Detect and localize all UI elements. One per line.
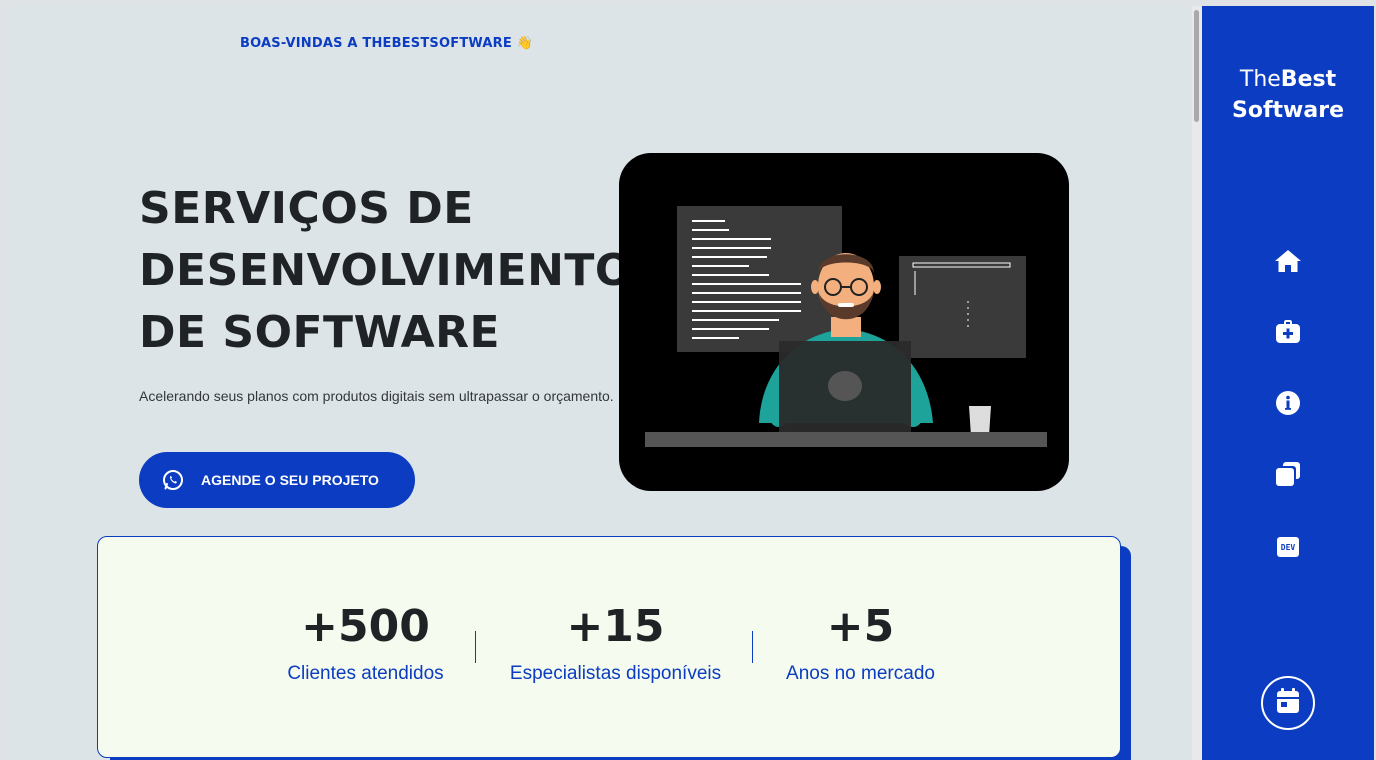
stat-years: +5 Anos no mercado xyxy=(778,601,943,685)
welcome-text: BOAS-VINDAS A THEBESTSOFTWARE 👋 xyxy=(240,36,534,51)
stat-label: Clientes atendidos xyxy=(287,663,444,684)
nav-services[interactable] xyxy=(1273,319,1303,349)
page-scrollbar[interactable] xyxy=(1192,6,1202,760)
cta-label: AGENDE O SEU PROJETO xyxy=(201,472,379,488)
dev-badge-text: DEV xyxy=(1280,542,1296,552)
copy-icon xyxy=(1276,462,1300,490)
home-icon xyxy=(1274,248,1302,278)
nav-portfolio[interactable] xyxy=(1273,461,1303,491)
hero-title: SERVIÇOS DE DESENVOLVIMENTO DE SOFTWARE xyxy=(139,183,633,358)
stats-card: +500 Clientes atendidos +15 Especialista… xyxy=(97,536,1121,758)
nav-home[interactable] xyxy=(1273,248,1303,278)
stat-clients: +500 Clientes atendidos xyxy=(278,601,453,685)
info-icon xyxy=(1276,391,1300,419)
stat-value: +15 xyxy=(566,601,665,652)
stat-value: +5 xyxy=(826,601,895,652)
stat-divider xyxy=(752,631,753,663)
brand-bold-1: Best xyxy=(1280,67,1337,92)
page-viewport: BOAS-VINDAS A THEBESTSOFTWARE 👋 SERVIÇOS… xyxy=(6,6,1192,760)
hero-subtitle: Acelerando seus planos com produtos digi… xyxy=(139,388,614,404)
whatsapp-icon xyxy=(161,468,185,492)
scrollbar-thumb[interactable] xyxy=(1194,10,1199,122)
calendar-button[interactable] xyxy=(1261,676,1315,730)
schedule-project-button[interactable]: AGENDE O SEU PROJETO xyxy=(139,452,415,508)
stat-value: +500 xyxy=(301,601,430,652)
nav-dev[interactable]: DEV xyxy=(1273,532,1303,562)
brand-bold-2: Software xyxy=(1232,98,1344,123)
brand-light: The xyxy=(1239,67,1281,92)
sidebar: TheBest Software DEV xyxy=(1202,6,1374,760)
brand-logo[interactable]: TheBest Software xyxy=(1202,64,1374,126)
stat-specialists: +15 Especialistas disponíveis xyxy=(498,601,733,685)
nav-about[interactable] xyxy=(1273,390,1303,420)
dev-icon: DEV xyxy=(1277,537,1299,557)
medkit-icon xyxy=(1275,320,1301,348)
calendar-icon xyxy=(1276,688,1300,718)
stat-divider xyxy=(475,631,476,663)
stat-label: Especialistas disponíveis xyxy=(509,663,722,684)
stat-label: Anos no mercado xyxy=(786,663,935,684)
developer-illustration xyxy=(619,153,1069,491)
